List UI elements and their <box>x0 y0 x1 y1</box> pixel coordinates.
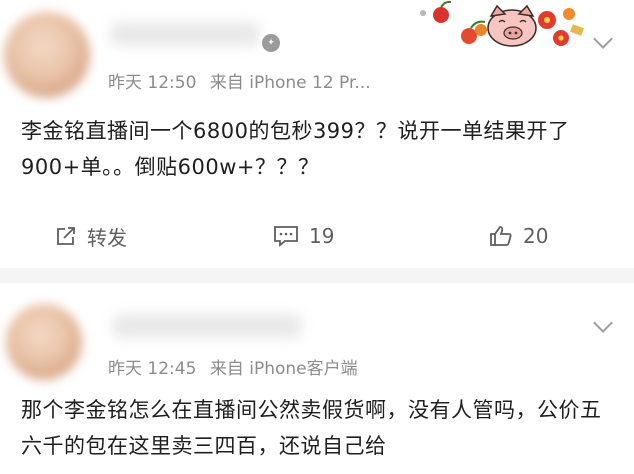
chevron-down-icon[interactable] <box>593 313 613 333</box>
user-badge-icon: ✦ <box>262 34 280 52</box>
comment-button[interactable]: 19 <box>273 220 334 252</box>
user-avatar[interactable] <box>6 304 82 380</box>
repost-icon <box>57 227 75 245</box>
post-time: 昨天 12:50 <box>108 73 197 93</box>
like-button[interactable]: 20 <box>489 220 548 252</box>
post-meta: 昨天 12:50 来自 iPhone 12 Pr... <box>108 68 371 93</box>
blurred-username[interactable] <box>112 314 302 338</box>
repost-button[interactable]: 转发 <box>55 220 127 252</box>
repost-label: 转发 <box>87 225 127 250</box>
pig-sticker-icon <box>420 0 585 47</box>
post-actions: 转发 19 20 <box>0 220 634 252</box>
post-content: 那个李金铭怎么在直播间公然卖假货啊，没有人管吗，公价五六千的包在这里卖三四百，还… <box>21 398 602 458</box>
post-meta: 昨天 12:45 来自 iPhone客户端 <box>108 354 358 379</box>
post-card[interactable]: 昨天 12:45 来自 iPhone客户端 那个李金铭怎么在直播间公然卖假货啊，… <box>0 283 634 474</box>
thumbs-up-icon <box>490 226 512 246</box>
comment-icon <box>274 226 298 247</box>
comment-count: 19 <box>309 224 335 248</box>
post-card[interactable]: ✦ 昨天 12:50 来自 iPhone 12 Pr... 李金铭直播间一个68… <box>0 0 634 268</box>
like-count: 20 <box>523 224 549 248</box>
post-content: 李金铭直播间一个6800的包秒399？？说开一单结果开了900+单。。倒贴600… <box>21 119 570 179</box>
blurred-username[interactable] <box>110 22 260 46</box>
post-time: 昨天 12:45 <box>108 359 197 379</box>
user-avatar[interactable] <box>4 12 90 98</box>
post-source: 来自 iPhone客户端 <box>209 359 358 379</box>
post-source: 来自 iPhone 12 Pr... <box>209 73 371 93</box>
